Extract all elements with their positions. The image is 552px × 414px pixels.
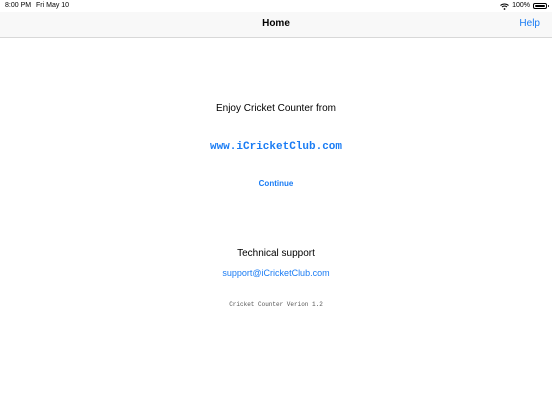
website-link[interactable]: www.iCricketClub.com [0, 141, 552, 153]
support-email-link[interactable]: support@iCricketClub.com [0, 268, 552, 278]
main-content: Enjoy Cricket Counter from www.iCricketC… [0, 38, 552, 414]
screen: 8:00 PM Fri May 10 100% Home Help Enjoy … [0, 0, 552, 414]
enjoy-text: Enjoy Cricket Counter from [215, 103, 337, 114]
wifi-icon [500, 3, 509, 10]
battery-icon [533, 3, 549, 9]
status-indicators: 100% [500, 1, 549, 11]
continue-button[interactable]: Continue [0, 179, 552, 188]
status-date: Fri May 10 [36, 2, 70, 9]
status-bar: 8:00 PM Fri May 10 100% [0, 0, 552, 12]
navigation-bar: Home Help [0, 12, 552, 38]
nav-title: Home [262, 18, 290, 29]
help-button[interactable]: Help [519, 18, 540, 29]
version-text: Cricket Counter Verion 1.2 [229, 301, 323, 308]
technical-support-heading: Technical support [237, 248, 315, 259]
battery-percentage: 100% [512, 2, 530, 9]
status-time: 8:00 PM [5, 2, 32, 9]
